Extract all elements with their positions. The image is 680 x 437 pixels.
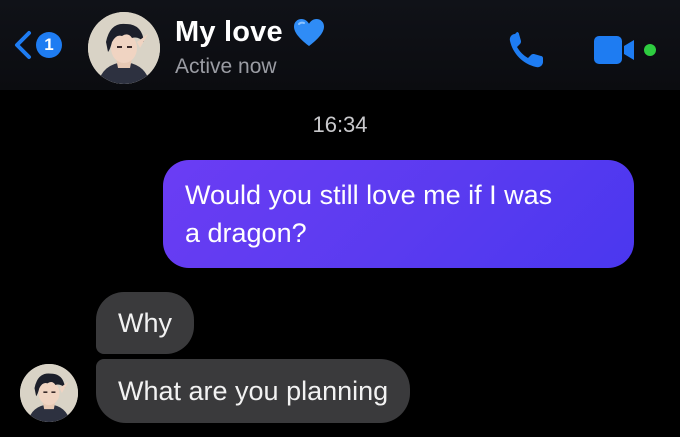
back-button[interactable]: 1 <box>12 30 62 60</box>
contact-avatar[interactable] <box>88 12 160 84</box>
contact-name: My love <box>175 16 283 48</box>
incoming-message-bubble[interactable]: What are you planning <box>96 359 411 423</box>
unread-count-badge: 1 <box>36 32 62 58</box>
message-text: What are you planning <box>118 376 389 406</box>
video-camera-icon <box>594 36 656 64</box>
message-text-line: a dragon? <box>185 218 307 248</box>
presence-status: Active now <box>175 55 277 78</box>
online-dot <box>644 44 656 56</box>
incoming-message-bubble[interactable]: Why <box>96 292 194 354</box>
audio-call-button[interactable] <box>505 28 549 72</box>
avatar-portrait <box>20 364 78 422</box>
chat-screen: 1 My love Active now 16:34 Would you sti… <box>0 0 680 437</box>
sender-avatar[interactable] <box>20 364 78 422</box>
phone-icon <box>509 32 543 68</box>
video-call-button[interactable] <box>592 33 662 67</box>
message-text-line: Would you still love me if I was <box>185 180 553 210</box>
chevron-left-icon <box>15 31 31 59</box>
message-timestamp: 16:34 <box>312 112 368 137</box>
avatar-portrait <box>88 12 160 84</box>
chat-header: 1 My love Active now <box>0 0 680 90</box>
blue-heart-icon <box>293 18 324 46</box>
contact-name-row[interactable]: My love <box>175 16 325 49</box>
message-text: Why <box>118 308 172 338</box>
outgoing-message-bubble[interactable]: Would you still love me if I was a drago… <box>163 160 634 268</box>
